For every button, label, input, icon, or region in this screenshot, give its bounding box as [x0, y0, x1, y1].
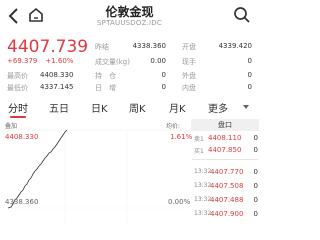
row-volume: 0	[253, 146, 258, 154]
tick-volume: 0	[253, 196, 258, 204]
tick-volume: 0	[253, 182, 258, 190]
stat-value: 0	[247, 71, 252, 79]
stat-value: 0	[161, 83, 166, 91]
stat-value: 4339.420	[218, 42, 252, 50]
chart-period-tabs: 分时 五日 日K 周K 月K 更多	[0, 96, 259, 118]
tick-row: 13:32 4407.508 0	[194, 182, 258, 193]
symbol-code: SPTAUUSDOZ.IDC	[97, 19, 162, 27]
tick-row: 13:32 4407.488 0	[194, 196, 258, 207]
tab-monthly-k[interactable]: 月K	[169, 100, 186, 115]
tick-time: 13:32	[194, 168, 212, 175]
chart-low-percent: 0.00%	[168, 198, 191, 206]
tab-more[interactable]: 更多	[208, 100, 228, 115]
row-label: 卖1	[194, 136, 204, 143]
price-change: +69.379 +1.60%	[7, 57, 81, 65]
tick-price: 4407.508	[210, 182, 244, 190]
row-price: 4408.110	[208, 134, 242, 142]
chart-high-percent: 1.61%	[170, 133, 193, 141]
stat-label: 开盘	[182, 43, 196, 51]
stat-label: 日 增	[95, 84, 116, 92]
tab-intraday[interactable]: 分时	[8, 100, 28, 115]
price-line	[7, 129, 68, 209]
row-price: 4407.850	[208, 146, 242, 154]
divider	[192, 159, 258, 160]
top-bar: 伦敦金现 SPTAUUSDOZ.IDC	[0, 0, 259, 34]
chart-low-value: 4338.360	[5, 198, 39, 206]
tick-time: 13:32	[194, 182, 212, 189]
high-value: 4408.330	[40, 71, 74, 79]
tick-volume: 0	[253, 210, 258, 218]
low-label: 最低价	[7, 84, 28, 92]
row-label: 买1	[194, 148, 204, 155]
chevron-down-icon	[243, 105, 249, 109]
tick-volume: 0	[253, 168, 258, 176]
stat-value: 0.00	[150, 57, 166, 65]
tick-time: 13:32	[194, 210, 212, 217]
order-book-title[interactable]: 盘口	[191, 119, 259, 131]
stat-value: 4338.360	[132, 42, 166, 50]
tick-time: 13:32	[194, 196, 212, 203]
stat-label: 昨结	[95, 43, 109, 51]
search-icon[interactable]	[233, 6, 251, 24]
intraday-chart[interactable]	[3, 128, 191, 225]
tick-price: 4407.900	[210, 210, 244, 218]
change-percent: +1.60%	[45, 57, 74, 65]
tab-daily-k[interactable]: 日K	[91, 100, 108, 115]
stat-value: 0	[247, 83, 252, 91]
chart-high-value: 4408.330	[5, 133, 39, 141]
tick-row: 13:32 4407.770 0	[194, 168, 258, 179]
order-book-row: 卖1 4408.110 0	[194, 134, 258, 145]
tab-five-day[interactable]: 五日	[49, 100, 69, 115]
high-label: 最高价	[7, 72, 28, 80]
tick-price: 4407.488	[210, 196, 244, 204]
row-volume: 0	[253, 134, 258, 142]
stat-label: 内盘	[182, 84, 196, 92]
change-value: +69.379	[7, 57, 38, 65]
page-title: 伦敦金现	[105, 5, 154, 19]
stat-label: 持 仓	[95, 72, 116, 80]
order-book-row: 买1 4407.850 0	[194, 146, 258, 157]
tick-price: 4407.770	[210, 168, 244, 176]
stat-value: 0	[161, 71, 166, 79]
tab-weekly-k[interactable]: 周K	[129, 100, 146, 115]
last-price: 4407.739	[7, 37, 89, 57]
stat-label: 现手	[182, 58, 196, 66]
stat-label: 外盘	[182, 72, 196, 80]
tick-row: 13:32 4407.900 0	[194, 210, 258, 221]
low-value: 4337.145	[40, 83, 74, 91]
active-tab-indicator	[10, 116, 26, 118]
stat-value: 0	[247, 57, 252, 65]
stat-label: 成交量(kg)	[95, 58, 130, 66]
